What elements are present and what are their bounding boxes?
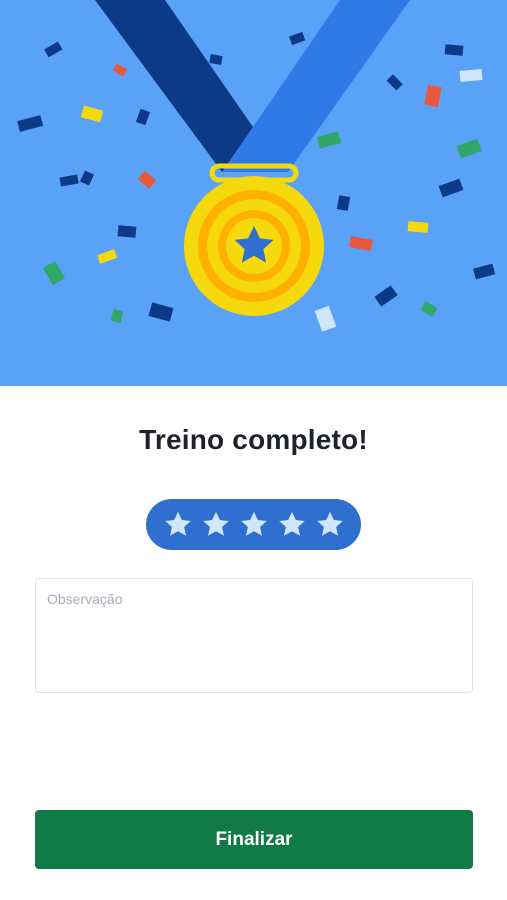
star-icon[interactable]	[163, 510, 193, 540]
hero-illustration	[0, 0, 507, 386]
star-icon[interactable]	[315, 510, 345, 540]
page-title: Treino completo!	[139, 424, 368, 455]
star-icon[interactable]	[201, 510, 231, 540]
star-icon[interactable]	[277, 510, 307, 540]
medal-illustration	[17, 0, 496, 332]
medal	[184, 176, 324, 316]
observation-field[interactable]	[35, 578, 473, 693]
finish-button[interactable]: Finalizar	[35, 810, 473, 869]
star-icon[interactable]	[239, 510, 269, 540]
ribbon-left	[95, 0, 262, 172]
star-rating[interactable]	[146, 499, 361, 550]
ribbon-right	[222, 0, 410, 172]
